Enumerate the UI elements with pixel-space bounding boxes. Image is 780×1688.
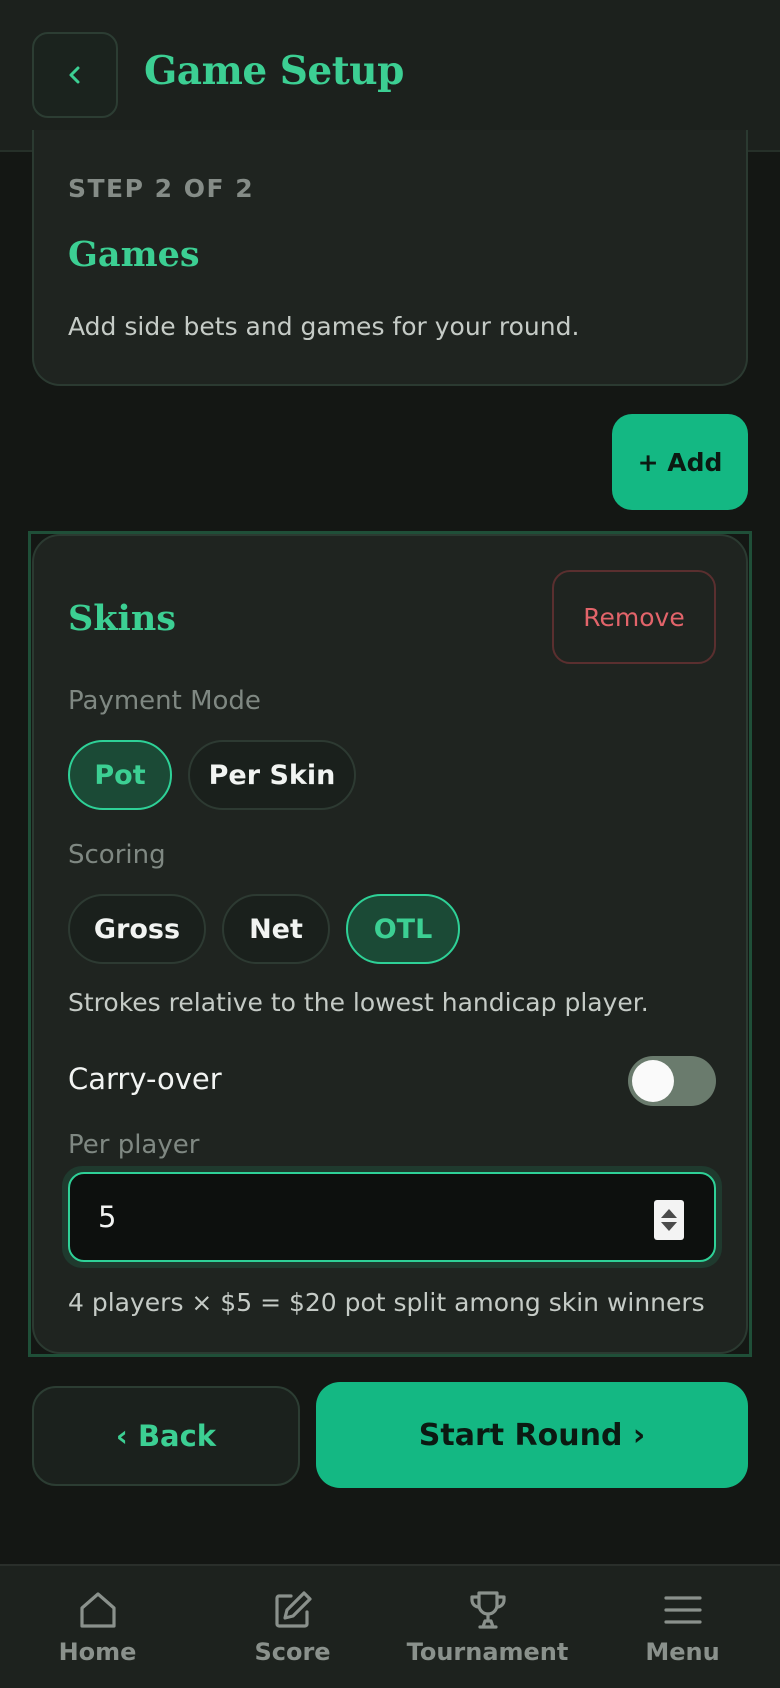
menu-icon <box>663 1596 702 1624</box>
scoring-gross-chip[interactable]: Gross <box>68 894 206 964</box>
step-title: Games <box>68 234 200 275</box>
header-back-button[interactable] <box>32 32 118 118</box>
game-title: Skins <box>68 598 176 639</box>
scoring-label: Scoring <box>68 840 166 870</box>
stepper-down-icon[interactable] <box>661 1222 677 1231</box>
tab-home-label: Home <box>58 1638 137 1666</box>
add-game-button[interactable]: + Add <box>612 414 748 510</box>
start-round-button[interactable]: Start Round › <box>316 1382 748 1488</box>
tab-menu[interactable]: Menu <box>585 1566 780 1688</box>
tab-score[interactable]: Score <box>195 1566 390 1688</box>
carry-over-toggle[interactable] <box>628 1056 716 1106</box>
number-stepper[interactable] <box>654 1200 684 1240</box>
remove-game-button[interactable]: Remove <box>552 570 716 664</box>
home-icon <box>79 1592 116 1628</box>
page-title: Game Setup <box>144 48 404 94</box>
trophy-icon <box>469 1591 506 1629</box>
toggle-knob <box>632 1060 674 1102</box>
pot-summary: 4 players × $5 = $20 pot split among ski… <box>68 1288 705 1317</box>
back-button[interactable]: ‹ Back <box>32 1386 300 1486</box>
carry-over-label: Carry-over <box>68 1062 222 1096</box>
step-card: STEP 2 OF 2 Games Add side bets and game… <box>32 130 748 386</box>
scoring-net-chip[interactable]: Net <box>222 894 330 964</box>
scoring-hint: Strokes relative to the lowest handicap … <box>68 988 649 1017</box>
chevron-left-icon <box>69 66 80 84</box>
stepper-up-icon[interactable] <box>661 1209 677 1218</box>
per-player-amount-input[interactable] <box>68 1172 716 1262</box>
tab-score-label: Score <box>254 1638 331 1666</box>
skins-game-card: Skins Remove Payment Mode Pot Per Skin S… <box>32 534 748 1354</box>
bottom-tab-bar: Home Score Tournament Menu <box>0 1564 780 1688</box>
tab-tournament-label: Tournament <box>406 1638 569 1666</box>
payment-mode-pot-chip[interactable]: Pot <box>68 740 172 810</box>
edit-icon <box>274 1591 312 1628</box>
tab-tournament[interactable]: Tournament <box>390 1566 585 1688</box>
tab-home[interactable]: Home <box>0 1566 195 1688</box>
step-description: Add side bets and games for your round. <box>68 312 580 341</box>
scoring-otl-chip[interactable]: OTL <box>346 894 460 964</box>
per-player-label: Per player <box>68 1130 200 1160</box>
payment-mode-per-skin-chip[interactable]: Per Skin <box>188 740 356 810</box>
payment-mode-label: Payment Mode <box>68 686 261 716</box>
step-label: STEP 2 OF 2 <box>68 174 255 203</box>
tab-menu-label: Menu <box>645 1638 720 1666</box>
